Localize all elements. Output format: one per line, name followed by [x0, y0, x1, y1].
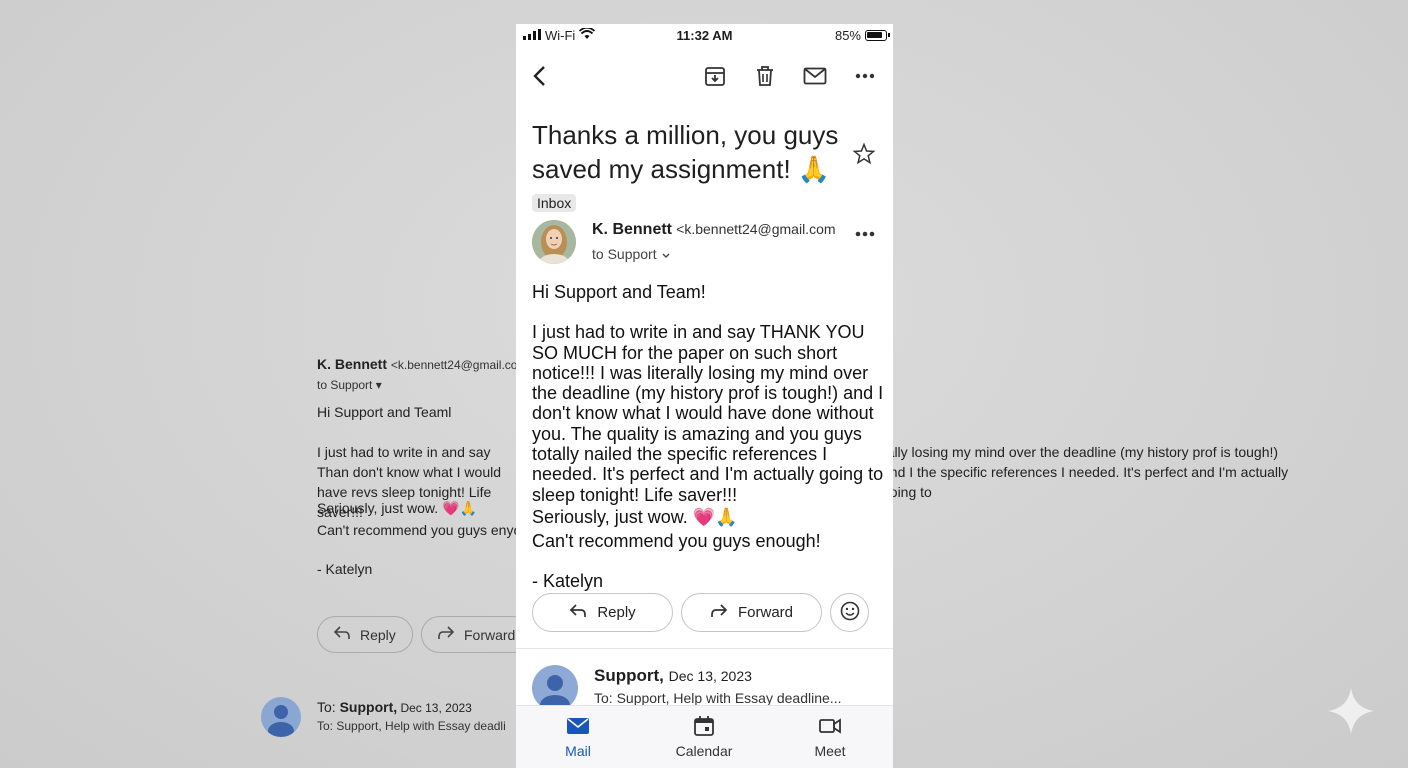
sender-line: K. Bennett <k.bennett24@gmail.com: [592, 221, 836, 238]
bg-forward-button: Forward: [421, 616, 531, 653]
bg-signature: - Katelyn: [317, 561, 373, 577]
reply-icon: [569, 603, 587, 622]
chevron-down-icon: [661, 246, 671, 262]
email-subject: Thanks a million, you guys saved my assi…: [532, 120, 839, 212]
bg-greeting: Hi Support and Teaml: [317, 404, 452, 420]
body-greeting: Hi Support and Team!: [532, 282, 706, 302]
bg-sender: K. Bennett <k.bennett24@gmail.co: [317, 356, 518, 372]
thread-reply-sender[interactable]: Support, Dec 13, 2023: [594, 666, 752, 686]
emoji-reaction-button[interactable]: [830, 593, 869, 632]
status-bar: Wi-Fi 11:32 AM 85%: [516, 24, 893, 46]
body-paragraph: I just had to write in and say THANK YOU…: [532, 322, 884, 505]
emoji-smile-icon: [840, 601, 860, 625]
forward-button[interactable]: Forward: [681, 593, 822, 632]
bg-thread-sender: To: Support, Dec 13, 2023: [317, 699, 472, 715]
body-signature: - Katelyn: [532, 570, 604, 591]
reply-button[interactable]: Reply: [532, 593, 673, 632]
nav-calendar[interactable]: Calendar: [654, 714, 754, 759]
bg-seriously: Seriously, just wow. 💗🙏: [317, 500, 477, 516]
mark-unread-icon[interactable]: [801, 62, 829, 90]
video-camera-icon: [780, 714, 880, 738]
mobile-email-screen: Wi-Fi 11:32 AM 85% Thanks a million, you…: [516, 24, 893, 768]
back-arrow-icon[interactable]: [525, 62, 553, 90]
battery-percent: 85%: [834, 28, 861, 43]
thread-divider: [516, 648, 893, 649]
more-options-icon[interactable]: [851, 62, 879, 90]
bg-to-line: to Support ▾: [317, 378, 382, 392]
archive-icon[interactable]: [701, 62, 729, 90]
bottom-navigation: Mail Calendar Meet: [516, 705, 893, 768]
battery-icon: [865, 30, 890, 41]
message-more-icon[interactable]: [853, 222, 877, 246]
star-icon[interactable]: [852, 142, 878, 168]
email-body: Hi Support and Team! I just had to write…: [532, 282, 892, 591]
forward-icon: [710, 603, 728, 622]
forward-icon: [438, 626, 455, 643]
recipient-dropdown[interactable]: to Support: [592, 246, 671, 262]
status-right: 85%: [834, 28, 890, 43]
nav-mail[interactable]: Mail: [528, 714, 628, 759]
inbox-label[interactable]: Inbox: [532, 194, 577, 212]
bg-cant-recommend: Can't recommend you guys enyou: [317, 522, 530, 538]
bg-thread-snippet: To: Support, Help with Essay deadli: [317, 719, 506, 733]
bg-avatar: [261, 697, 301, 737]
nav-meet[interactable]: Meet: [780, 714, 880, 759]
bg-reply-button: Reply: [317, 616, 413, 653]
email-toolbar: [516, 60, 893, 92]
calendar-icon: [654, 714, 754, 738]
body-seriously: Seriously, just wow. 💗🙏: [532, 506, 738, 527]
thread-reply-snippet[interactable]: To: Support, Help with Essay deadline...: [594, 690, 841, 706]
sender-avatar[interactable]: [532, 220, 576, 264]
body-cant-recommend: Can't recommend you guys enough!: [532, 530, 821, 551]
sparkle-icon: [1326, 686, 1376, 736]
mail-icon: [528, 714, 628, 738]
reply-icon: [333, 626, 350, 643]
delete-icon[interactable]: [751, 62, 779, 90]
